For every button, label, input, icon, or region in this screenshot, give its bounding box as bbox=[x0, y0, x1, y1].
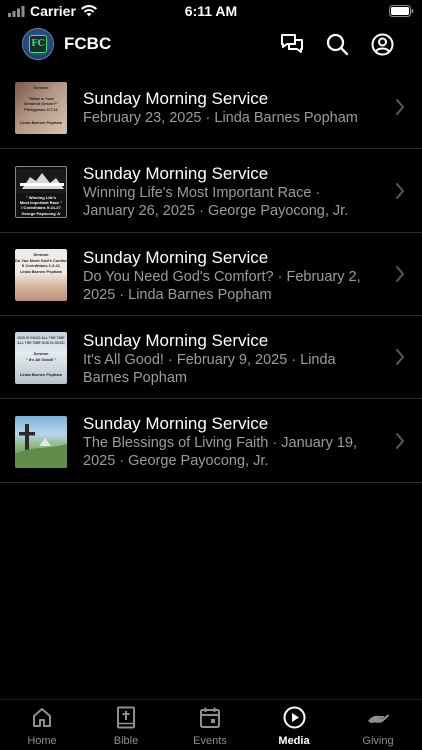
thumb-text: ALL THE TIME GOD IS GOOD bbox=[17, 341, 65, 345]
item-title: Sunday Morning Service bbox=[83, 331, 269, 350]
battery-icon bbox=[389, 5, 414, 17]
tab-giving[interactable]: Giving bbox=[336, 706, 420, 750]
list-item[interactable]: Sunday Morning Service The Blessings of … bbox=[0, 399, 422, 483]
sermon-thumbnail: " Winning Life's Most Important Race " I… bbox=[15, 166, 67, 218]
status-right bbox=[389, 4, 414, 20]
item-subtitle: Do You Need God's Comfort? · February 2,… bbox=[83, 269, 361, 303]
thumb-text: Linda Barnes Popham bbox=[19, 120, 63, 125]
play-icon bbox=[283, 706, 305, 729]
header-actions bbox=[280, 32, 394, 56]
giving-hand-icon bbox=[368, 714, 389, 723]
chevron-right-icon bbox=[396, 182, 404, 199]
list-item[interactable]: " Winning Life's Most Important Race " I… bbox=[0, 149, 422, 233]
tab-bible[interactable]: Bible bbox=[84, 706, 168, 750]
tab-home[interactable]: Home bbox=[0, 706, 84, 750]
status-time: 6:11 AM bbox=[184, 3, 238, 19]
tab-label: Bible bbox=[113, 735, 139, 747]
media-list: Sermon "What is Your Greatest Desire?" P… bbox=[0, 66, 422, 483]
tab-label: Home bbox=[27, 735, 57, 747]
sermon-thumbnail bbox=[15, 416, 67, 468]
messages-button[interactable] bbox=[280, 32, 304, 56]
cross-landscape-image bbox=[15, 424, 67, 468]
tab-label: Events bbox=[193, 735, 227, 747]
runners-image bbox=[16, 169, 66, 193]
thumb-text: Sermon bbox=[33, 252, 49, 257]
list-item[interactable]: Sermon "What is Your Greatest Desire?" P… bbox=[0, 66, 422, 149]
thumb-text: II Corinthians 1:3-11 bbox=[21, 263, 60, 268]
list-item[interactable]: GOD IS GOOD ALL THE TIME ALL THE TIME GO… bbox=[0, 316, 422, 399]
item-subtitle: Winning Life's Most Important Race · Jan… bbox=[83, 185, 349, 219]
item-title: Sunday Morning Service bbox=[83, 248, 269, 267]
tab-media[interactable]: Media bbox=[252, 706, 336, 750]
item-title: Sunday Morning Service bbox=[83, 414, 269, 433]
item-subtitle: The Blessings of Living Faith · January … bbox=[83, 435, 358, 469]
home-icon bbox=[33, 708, 51, 727]
church-logo[interactable]: FC bbox=[22, 28, 54, 60]
thumb-text: Sermon bbox=[33, 85, 49, 90]
chevron-right-icon bbox=[396, 349, 404, 365]
chevron-right-icon bbox=[396, 266, 404, 282]
sermon-thumbnail: Sermon "What is Your Greatest Desire?" P… bbox=[15, 82, 67, 134]
list-item[interactable]: Sermon Do You Need God's Comfort? II Cor… bbox=[0, 233, 422, 316]
thumb-text: Sermon bbox=[33, 351, 49, 356]
sermon-thumbnail: GOD IS GOOD ALL THE TIME ALL THE TIME GO… bbox=[15, 332, 67, 384]
chat-bubbles-icon bbox=[281, 34, 303, 53]
thumb-text: Philippians 3:7-11 bbox=[24, 107, 58, 112]
tab-label: Giving bbox=[362, 735, 394, 747]
chevron-right-icon bbox=[396, 99, 404, 115]
search-icon bbox=[326, 33, 348, 55]
tab-label: Media bbox=[278, 735, 310, 747]
search-button[interactable] bbox=[325, 32, 349, 56]
calendar-icon bbox=[200, 707, 220, 728]
chevron-right-icon bbox=[396, 432, 404, 449]
item-title: Sunday Morning Service bbox=[83, 164, 269, 183]
item-subtitle: It's All Good! · February 9, 2025 · Lind… bbox=[83, 352, 336, 386]
thumb-text: Greatest Desire?" bbox=[24, 101, 58, 106]
profile-button[interactable] bbox=[370, 32, 394, 56]
item-subtitle: February 23, 2025 · Linda Barnes Popham bbox=[83, 110, 358, 126]
thumb-text: I Corinthians 9:24-27 bbox=[21, 205, 61, 210]
tab-events[interactable]: Events bbox=[168, 706, 252, 750]
thumb-text: George Payocong Jr bbox=[21, 211, 61, 216]
item-title: Sunday Morning Service bbox=[83, 89, 269, 108]
app-title: FCBC bbox=[64, 34, 112, 53]
thumb-text: Linda Barnes Popham bbox=[19, 372, 63, 377]
app-header: FC FCBC bbox=[0, 26, 422, 62]
status-bar: Carrier 6:11 AM bbox=[0, 0, 422, 22]
tab-bar: Home Bible Events Media Giving bbox=[0, 699, 422, 750]
thumb-text: " It's All Good! " bbox=[25, 357, 57, 362]
account-circle-icon bbox=[371, 33, 393, 55]
thumb-text: Linda Barnes Popham bbox=[19, 269, 63, 274]
bible-icon bbox=[117, 706, 135, 729]
sermon-thumbnail: Sermon Do You Need God's Comfort? II Cor… bbox=[15, 249, 67, 301]
logo-mark: FC bbox=[29, 35, 47, 53]
